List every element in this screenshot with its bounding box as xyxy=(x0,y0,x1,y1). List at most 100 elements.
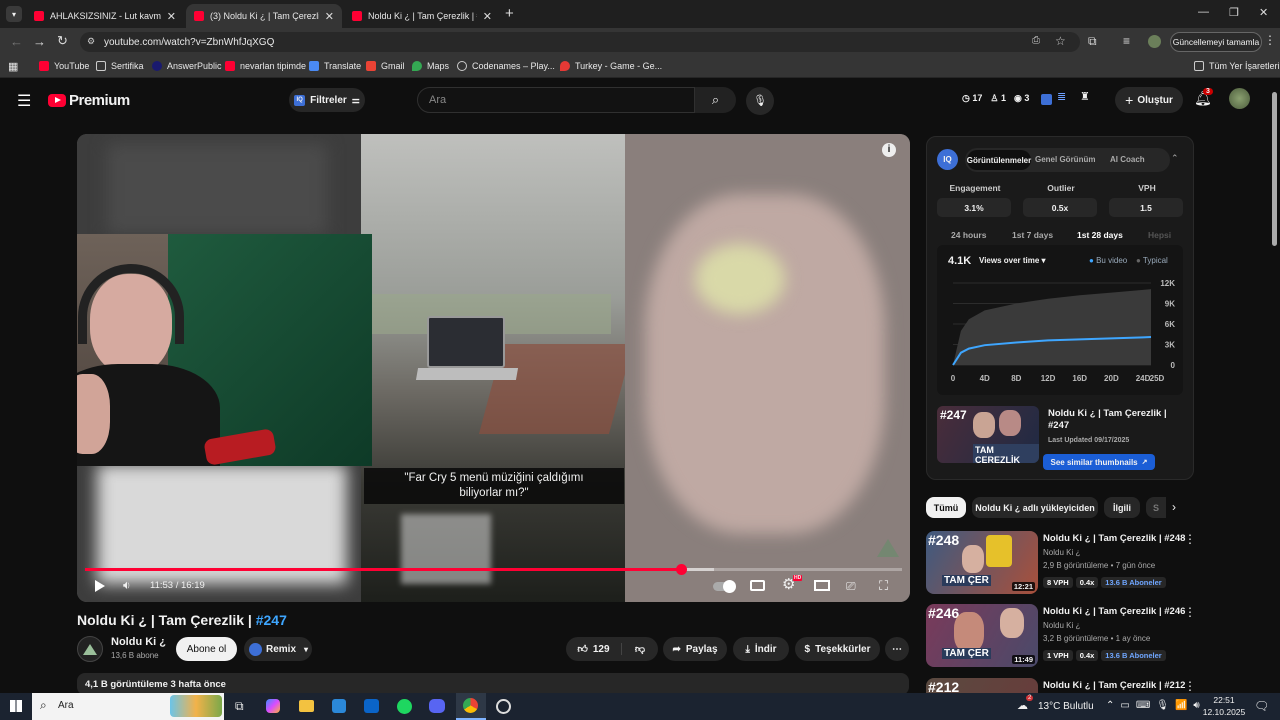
see-similar-button[interactable]: See similar thumbnails ↗ xyxy=(1043,454,1155,470)
hamburger-menu-icon[interactable]: ☰ xyxy=(17,91,31,111)
chip-all[interactable]: Tümü xyxy=(926,497,966,518)
task-view-icon[interactable]: ⧉ xyxy=(235,699,244,714)
app-icon[interactable] xyxy=(496,699,511,714)
weather-text[interactable]: 13°C Bulutlu xyxy=(1038,701,1094,712)
chrome-icon[interactable] xyxy=(456,693,486,720)
tab-close-icon[interactable]: ✕ xyxy=(167,10,176,23)
dislike-button[interactable]: 👎︎ xyxy=(622,643,658,655)
hashtag-link[interactable]: #247 xyxy=(256,612,287,628)
fullscreen-icon[interactable]: ⛶ xyxy=(879,578,888,594)
more-actions-button[interactable]: ⋯ xyxy=(885,637,909,661)
search-button[interactable]: ⌕ xyxy=(695,87,736,113)
update-button[interactable]: Güncellemeyi tamamla xyxy=(1170,32,1262,52)
list-icon[interactable]: ≣ xyxy=(1057,90,1066,103)
account-avatar[interactable] xyxy=(1229,88,1250,109)
rec-menu-icon[interactable]: ⋮ xyxy=(1184,605,1196,619)
range-24h[interactable]: 24 hours xyxy=(951,230,986,240)
chip-uploader[interactable]: Noldu Ki ¿ adlı yükleyiciden xyxy=(972,497,1098,518)
channel-watermark-icon[interactable] xyxy=(877,539,899,557)
browser-tab[interactable]: Noldu Ki ¿ | Tam Çerezlik | #248 ✕ xyxy=(344,4,500,28)
chips-next-chevron-icon[interactable]: › xyxy=(1172,500,1176,514)
autoplay-toggle[interactable] xyxy=(713,580,736,593)
rec-channel[interactable]: Noldu Ki ¿ xyxy=(1043,548,1080,557)
channel-name[interactable]: Noldu Ki ¿ xyxy=(111,636,166,648)
apps-grid-icon[interactable]: ▦ xyxy=(8,60,18,73)
file-explorer-icon[interactable] xyxy=(299,700,314,712)
close-window-button[interactable]: ✕ xyxy=(1259,6,1268,19)
card-title[interactable]: Noldu Ki ¿ | Tam Çerezlik | #247 xyxy=(1048,408,1188,432)
trophy-icon[interactable]: ♜ xyxy=(1080,90,1090,103)
tab-close-icon[interactable]: ✕ xyxy=(483,10,492,23)
bookmark-translate[interactable]: Translate xyxy=(309,61,361,71)
bookmark-star-icon[interactable]: ☆ xyxy=(1055,34,1066,48)
create-button[interactable]: + Oluştur xyxy=(1115,87,1183,113)
tab-close-icon[interactable]: ✕ xyxy=(325,10,334,23)
progress-bar[interactable] xyxy=(85,564,902,575)
install-app-icon[interactable]: ⎙ xyxy=(1032,35,1040,46)
weather-icon[interactable]: ☁ xyxy=(1017,699,1028,712)
all-bookmarks-folder[interactable]: Tüm Yer İşaretleri xyxy=(1194,61,1280,71)
tab-ai-coach[interactable]: AI Coach xyxy=(1110,155,1145,164)
subscribe-button[interactable]: Abone ol xyxy=(176,637,237,661)
profile-avatar[interactable] xyxy=(1148,35,1161,48)
list-item[interactable]: #246 TAM ÇER 11:49 Noldu Ki ¿ | Tam Çere… xyxy=(926,604,1226,670)
page-scrollbar[interactable] xyxy=(1272,92,1277,246)
discord-icon[interactable] xyxy=(429,699,445,713)
site-info-icon[interactable]: ⚙ xyxy=(87,36,95,47)
cast-icon[interactable]: ⎚ xyxy=(846,579,856,594)
filters-button[interactable]: IQ Filtreler ⚌ xyxy=(289,88,365,112)
notification-center-icon[interactable]: 🗨︎ xyxy=(1254,699,1269,713)
remix-button[interactable]: Remix ▾ xyxy=(244,637,312,661)
system-tray-icons[interactable]: ⌃▭⌨🎙︎📶🔊︎ xyxy=(1106,700,1206,711)
video-thumbnail[interactable]: #246 TAM ÇER 11:49 xyxy=(926,604,1038,667)
collapse-chevron-icon[interactable]: ⌃ xyxy=(1171,153,1179,164)
bookmark-nevarlan[interactable]: nevarlan tipimde xyxy=(225,61,306,71)
video-player[interactable]: i "Far Cry 5 menü müziğini çaldığımı bil… xyxy=(77,134,910,602)
tab-search-button[interactable]: ▾ xyxy=(6,6,22,22)
copilot-icon[interactable] xyxy=(266,699,280,713)
reload-icon[interactable]: ↻ xyxy=(57,33,68,49)
address-bar[interactable]: ⚙ youtube.com/watch?v=ZbnWhfJqXGQ ⎙ ☆ xyxy=(80,32,1080,52)
channel-avatar[interactable] xyxy=(77,636,103,662)
tab-overview[interactable]: Genel Görünüm xyxy=(1035,155,1095,164)
clock-time[interactable]: 22:51 xyxy=(1200,695,1248,705)
windows-start-icon[interactable] xyxy=(10,700,22,712)
range-28d[interactable]: 1st 28 days xyxy=(1077,230,1123,240)
bookmark-codenames[interactable]: Codenames – Play... xyxy=(457,61,555,71)
rec-menu-icon[interactable]: ⋮ xyxy=(1184,532,1196,546)
video-thumbnail[interactable]: #212 xyxy=(926,678,1038,693)
info-icon[interactable]: i xyxy=(882,143,896,157)
youtube-logo[interactable]: Premium xyxy=(48,92,130,109)
bookmark-sertifika[interactable]: Sertifika xyxy=(96,61,144,71)
subtitles-icon[interactable] xyxy=(750,580,765,591)
views-dropdown[interactable]: Views over time ▾ xyxy=(979,256,1046,265)
browser-menu-icon[interactable]: ⋮ xyxy=(1264,33,1276,47)
thanks-button[interactable]: $ Teşekkürler xyxy=(795,637,880,661)
extensions-icon[interactable]: ⧉ xyxy=(1088,34,1097,49)
media-control-icon[interactable]: ≡ xyxy=(1123,34,1130,48)
rec-channel[interactable]: Noldu Ki ¿ xyxy=(1043,621,1080,630)
new-tab-button[interactable]: + xyxy=(505,5,514,22)
back-arrow-icon[interactable]: ← xyxy=(10,34,23,49)
download-button[interactable]: ⤓ İndir xyxy=(733,637,789,661)
rec-menu-icon[interactable]: ⋮ xyxy=(1184,679,1196,693)
chip-partial[interactable]: S xyxy=(1146,497,1166,518)
volume-icon[interactable]: 🔉︎ xyxy=(123,578,131,593)
bookmark-maps[interactable]: Maps xyxy=(412,61,449,71)
outlook-icon[interactable] xyxy=(364,699,379,713)
list-item[interactable]: #212 Noldu Ki ¿ | Tam Çerezlik | #212 ⋮ xyxy=(926,678,1226,693)
range-7d[interactable]: 1st 7 days xyxy=(1012,230,1053,240)
range-all[interactable]: Hepsi xyxy=(1148,230,1171,240)
like-button[interactable]: 👍︎ 129 xyxy=(566,643,622,655)
bookmark-gmail[interactable]: Gmail xyxy=(366,61,405,71)
store-icon[interactable] xyxy=(332,699,346,713)
chip-related[interactable]: İlgili xyxy=(1104,497,1140,518)
restore-button[interactable]: ❐ xyxy=(1229,6,1239,19)
play-button[interactable] xyxy=(95,580,105,592)
card-thumbnail[interactable]: #247 TAM ÇEREZLİK xyxy=(937,406,1039,463)
theater-mode-icon[interactable] xyxy=(814,580,830,591)
bookmark-youtube[interactable]: YouTube xyxy=(39,61,89,71)
voice-search-button[interactable]: 🎙 xyxy=(746,87,774,115)
share-button[interactable]: ➦ Paylaş xyxy=(663,637,727,661)
minimize-button[interactable]: — xyxy=(1198,6,1209,18)
